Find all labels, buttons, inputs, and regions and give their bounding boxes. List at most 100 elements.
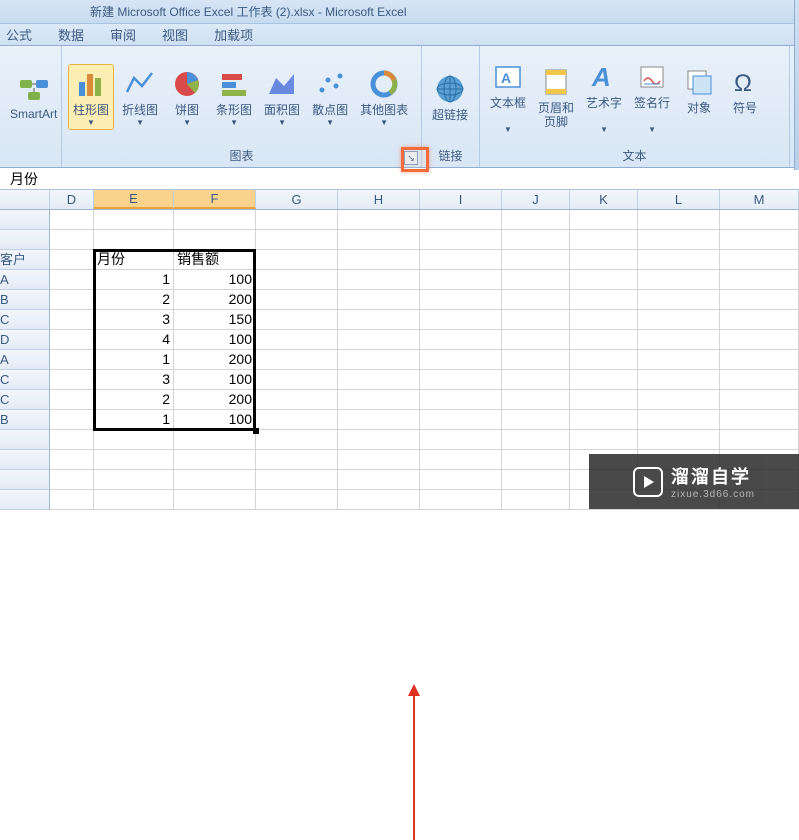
cell[interactable]	[174, 230, 256, 250]
cell[interactable]	[570, 230, 638, 250]
cell[interactable]	[338, 370, 420, 390]
tab-data[interactable]: 数据	[58, 25, 84, 44]
cell[interactable]	[420, 350, 502, 370]
cell[interactable]	[638, 250, 720, 270]
col-G[interactable]: G	[256, 190, 338, 209]
cell[interactable]: 3	[94, 370, 174, 390]
cell[interactable]	[420, 430, 502, 450]
cell[interactable]	[720, 230, 799, 250]
cell[interactable]	[502, 270, 570, 290]
cell[interactable]	[256, 370, 338, 390]
cell[interactable]	[570, 310, 638, 330]
cell[interactable]	[420, 290, 502, 310]
cell[interactable]	[502, 390, 570, 410]
cell[interactable]	[502, 330, 570, 350]
cell[interactable]: 2	[94, 290, 174, 310]
cell[interactable]	[502, 350, 570, 370]
line-chart-button[interactable]: 折线图 ▼	[118, 65, 162, 129]
cell[interactable]	[338, 270, 420, 290]
cell[interactable]	[256, 230, 338, 250]
cell[interactable]	[50, 290, 94, 310]
cell[interactable]	[720, 270, 799, 290]
object-button[interactable]: 对象	[678, 63, 720, 131]
cell[interactable]	[94, 210, 174, 230]
cell[interactable]	[420, 210, 502, 230]
cell[interactable]: 3	[94, 310, 174, 330]
cell[interactable]	[502, 430, 570, 450]
cell[interactable]	[338, 470, 420, 490]
cell[interactable]	[638, 210, 720, 230]
cell[interactable]	[256, 330, 338, 350]
cell[interactable]	[570, 270, 638, 290]
row-header-cell[interactable]	[0, 430, 50, 450]
col-L[interactable]: L	[638, 190, 720, 209]
row-header-cell[interactable]: C	[0, 370, 50, 390]
cell[interactable]	[570, 210, 638, 230]
cell[interactable]	[338, 310, 420, 330]
row-header-cell[interactable]	[0, 210, 50, 230]
cell[interactable]	[720, 390, 799, 410]
tab-addins[interactable]: 加载项	[214, 25, 253, 44]
cell[interactable]	[638, 290, 720, 310]
cell[interactable]: 200	[174, 290, 256, 310]
cell[interactable]: 100	[174, 370, 256, 390]
cell[interactable]	[638, 350, 720, 370]
cell[interactable]: 100	[174, 410, 256, 430]
cell[interactable]	[50, 350, 94, 370]
cell[interactable]	[338, 490, 420, 510]
cell[interactable]	[338, 410, 420, 430]
cell[interactable]	[502, 450, 570, 470]
formula-bar[interactable]: 月份	[0, 168, 799, 190]
cell[interactable]	[502, 210, 570, 230]
signature-line-button[interactable]: 签名行 ▼	[630, 58, 674, 136]
cell[interactable]	[50, 450, 94, 470]
column-chart-button[interactable]: 柱形图 ▼	[68, 64, 114, 130]
cell[interactable]	[420, 450, 502, 470]
cell[interactable]	[94, 490, 174, 510]
cell[interactable]	[94, 470, 174, 490]
cell[interactable]	[502, 470, 570, 490]
cell[interactable]	[256, 210, 338, 230]
fill-handle[interactable]	[253, 428, 259, 434]
cell[interactable]	[638, 430, 720, 450]
tab-formulas[interactable]: 公式	[6, 25, 32, 44]
cell[interactable]	[570, 410, 638, 430]
row-header-cell[interactable]	[0, 470, 50, 490]
cell[interactable]	[502, 370, 570, 390]
cell[interactable]	[338, 390, 420, 410]
col-K[interactable]: K	[570, 190, 638, 209]
cell[interactable]	[94, 230, 174, 250]
cell[interactable]	[338, 450, 420, 470]
cell[interactable]	[50, 230, 94, 250]
cell[interactable]	[338, 430, 420, 450]
cell[interactable]	[420, 470, 502, 490]
tab-review[interactable]: 审阅	[110, 25, 136, 44]
cell[interactable]	[338, 230, 420, 250]
col-F[interactable]: F	[174, 190, 256, 209]
cell[interactable]	[420, 390, 502, 410]
header-footer-button[interactable]: 页眉和 页脚	[534, 63, 578, 131]
col-J[interactable]: J	[502, 190, 570, 209]
cell[interactable]	[502, 310, 570, 330]
cell[interactable]	[638, 410, 720, 430]
cell[interactable]	[256, 410, 338, 430]
col-M[interactable]: M	[720, 190, 799, 209]
cell[interactable]	[570, 390, 638, 410]
cell[interactable]: 1	[94, 270, 174, 290]
row-header-cell[interactable]: A	[0, 270, 50, 290]
cell[interactable]	[256, 310, 338, 330]
cell[interactable]	[638, 270, 720, 290]
cell[interactable]: 100	[174, 270, 256, 290]
row-header-cell[interactable]	[0, 230, 50, 250]
cell[interactable]	[570, 330, 638, 350]
area-chart-button[interactable]: 面积图 ▼	[260, 65, 304, 129]
cell[interactable]	[256, 350, 338, 370]
cell[interactable]	[570, 350, 638, 370]
cell[interactable]: 200	[174, 350, 256, 370]
cell[interactable]: 1	[94, 410, 174, 430]
textbox-button[interactable]: A 文本框 ▼	[486, 58, 530, 136]
cell[interactable]	[570, 430, 638, 450]
cell[interactable]	[720, 250, 799, 270]
cell[interactable]	[256, 450, 338, 470]
other-charts-button[interactable]: 其他图表 ▼	[356, 65, 412, 129]
